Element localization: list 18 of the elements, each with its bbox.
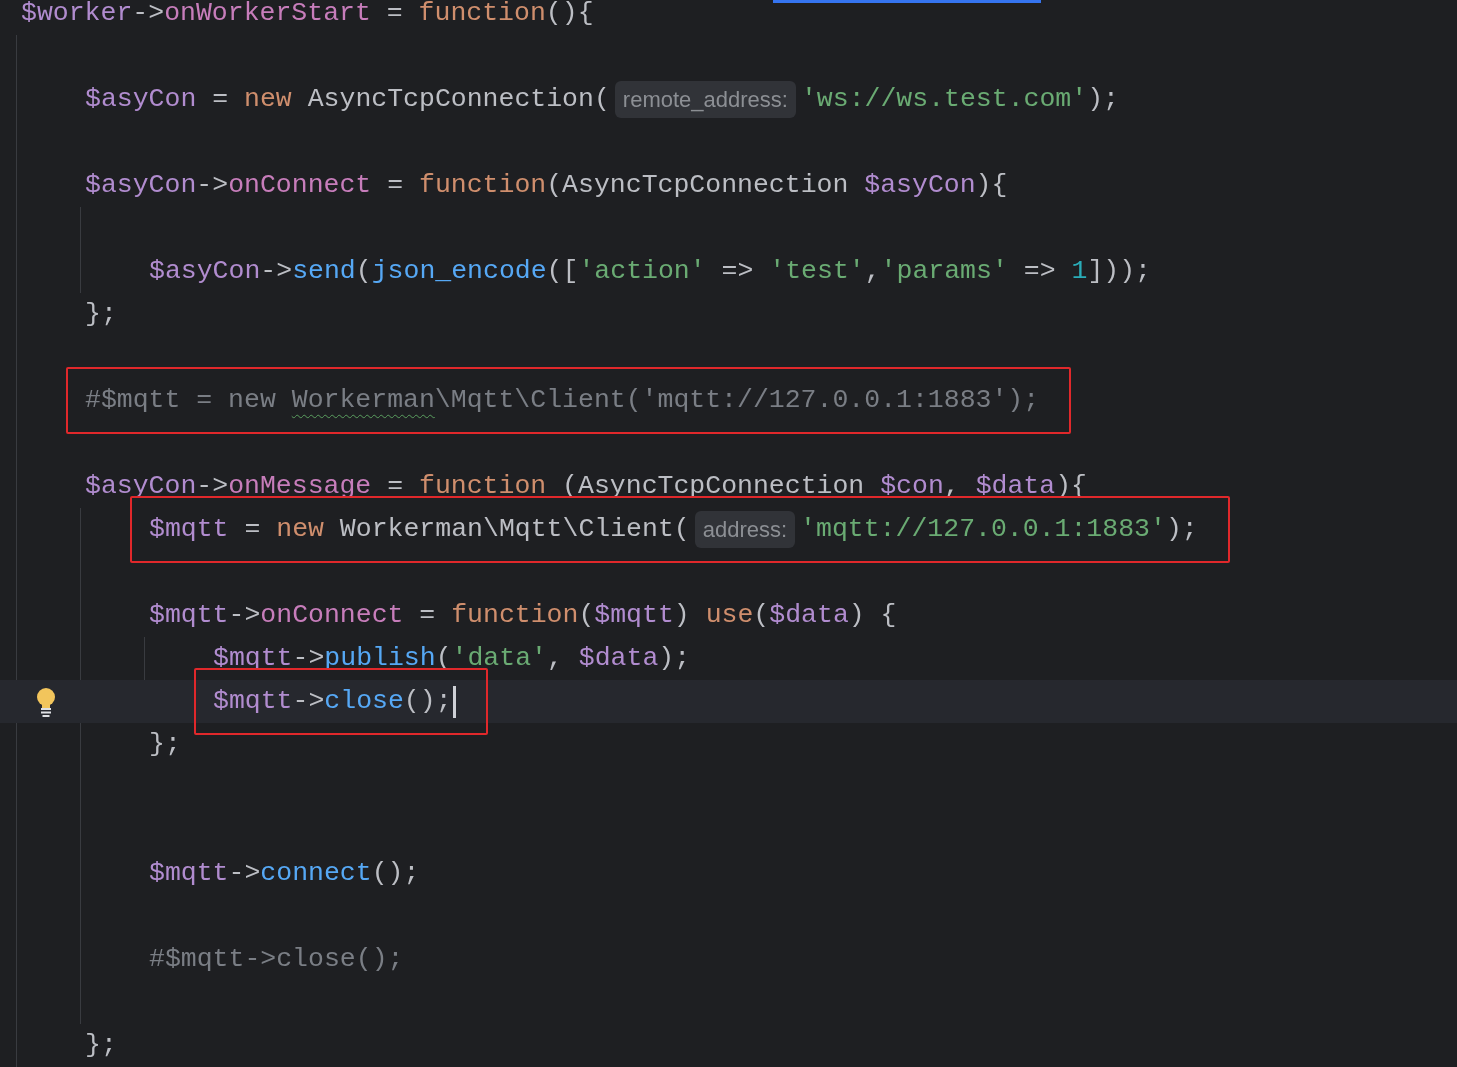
parameter-hint: remote_address: [614, 81, 796, 118]
code-text: #$mqtt = new Workerman\Mqtt\Client('mqtt://127.0.0.1:1883'); [85, 383, 1040, 417]
parameter-hint: address: [694, 511, 796, 548]
code-text: $worker->onWorkerStart = function(){ [21, 0, 594, 30]
code-text: }; [149, 727, 181, 761]
code-text: $asyCon->onConnect = function(AsyncTcpConnection $asyCon){ [85, 168, 1008, 202]
code-text: }; [85, 297, 117, 331]
code-text: #$mqtt->close(); [149, 942, 404, 976]
code-text: $mqtt->close(); [213, 684, 452, 718]
code-text: 'mqtt://127.0.0.1:1883'); [800, 512, 1198, 546]
code-text: $mqtt->onConnect = function($mqtt) use($data) { [149, 598, 897, 632]
code-text: $asyCon = new AsyncTcpConnection( [85, 82, 610, 116]
lightbulb-icon[interactable] [36, 687, 56, 717]
code-text: $asyCon->send(json_encode(['action' => 'test','params' => 1])); [149, 254, 1151, 288]
code-text: $mqtt = new Workerman\Mqtt\Client( [149, 512, 690, 546]
code-text: $mqtt->connect(); [149, 856, 420, 890]
code-text: }; [85, 1028, 117, 1062]
code-text: 'ws://ws.test.com'); [800, 82, 1119, 116]
